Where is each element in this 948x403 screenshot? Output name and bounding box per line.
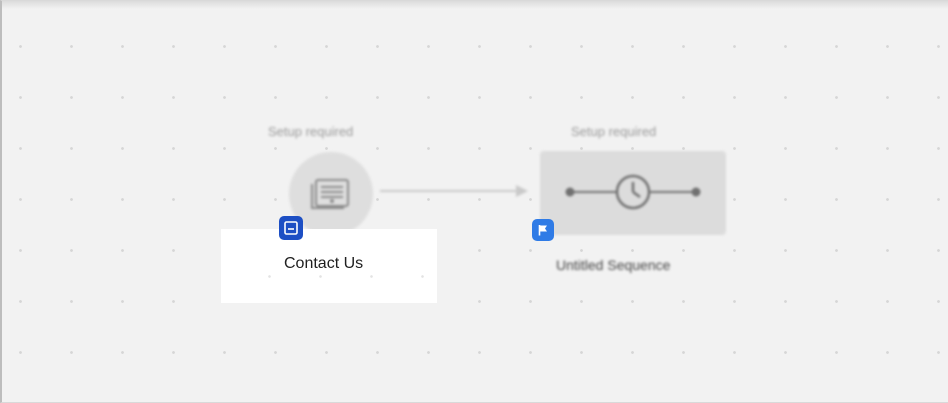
form-icon [279,216,303,240]
flag-icon [532,219,554,241]
sequence-timer-icon [565,174,701,210]
node-title[interactable]: Untitled Sequence [556,257,670,273]
connector-arrow [380,185,528,197]
node-title[interactable]: Contact Us [284,255,363,273]
form-document-icon [311,179,349,209]
workflow-canvas[interactable]: Setup required Contact Us Setup required [0,0,948,403]
sequence-node[interactable] [540,151,726,235]
node-status-label: Setup required [571,124,657,139]
node-status-label: Setup required [268,124,354,139]
